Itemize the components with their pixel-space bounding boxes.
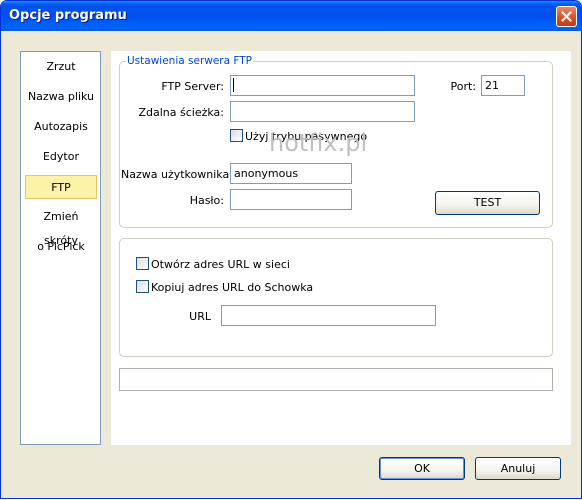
copy-url-checkbox[interactable] [136,280,149,293]
test-button[interactable]: TEST [435,191,540,215]
url-settings-group [119,238,553,357]
sidebar-item-edytor[interactable]: Edytor [25,145,97,169]
watermark-text: hotfix.pl [269,129,368,157]
status-box [119,368,553,391]
port-field[interactable]: 21 [481,75,525,96]
port-label: Port: [450,80,476,93]
username-field[interactable]: anonymous [230,163,352,184]
ftp-group-legend: Ustawienia serwera FTP [126,55,254,67]
ok-button[interactable]: OK [379,457,465,480]
remote-path-label: Zdalna ścieżka: [138,106,224,119]
close-button[interactable] [556,6,577,27]
title-bar[interactable]: Opcje programu [1,1,581,31]
username-label: Nazwa użytkownika: [121,168,233,181]
ftp-server-field[interactable] [230,75,415,96]
sidebar-item-zmien-skroty[interactable]: Zmień skróty [25,205,97,247]
remote-path-field[interactable] [230,101,415,122]
cancel-button[interactable]: Anuluj [475,457,561,480]
sidebar-item-autozapis[interactable]: Autozapis [25,115,97,139]
sidebar-item-zrzut[interactable]: Zrzut [25,55,97,79]
sidebar-item-ftp[interactable]: FTP [25,175,97,199]
passive-mode-checkbox[interactable] [230,129,243,142]
window-title: Opcje programu [9,8,127,23]
close-icon [561,11,572,22]
copy-url-label: Kopiuj adres URL do Schowka [151,281,314,294]
url-field[interactable] [221,305,436,326]
category-list: Zrzut Nazwa pliku Autozapis Edytor FTP Z… [20,51,101,445]
open-url-checkbox[interactable] [136,257,149,270]
sidebar-item-nazwa-pliku[interactable]: Nazwa pliku [25,85,97,109]
url-label: URL [189,310,211,323]
options-dialog: Opcje programu Zrzut Nazwa pliku Autozap… [0,0,582,499]
text-caret [233,78,234,92]
open-url-label: Otwórz adres URL w sieci [151,258,290,271]
password-label: Hasło: [189,194,224,207]
password-field[interactable] [230,189,352,210]
ftp-server-label: FTP Server: [161,80,224,93]
sidebar-item-o-picpick[interactable]: o PicPick [25,235,97,259]
